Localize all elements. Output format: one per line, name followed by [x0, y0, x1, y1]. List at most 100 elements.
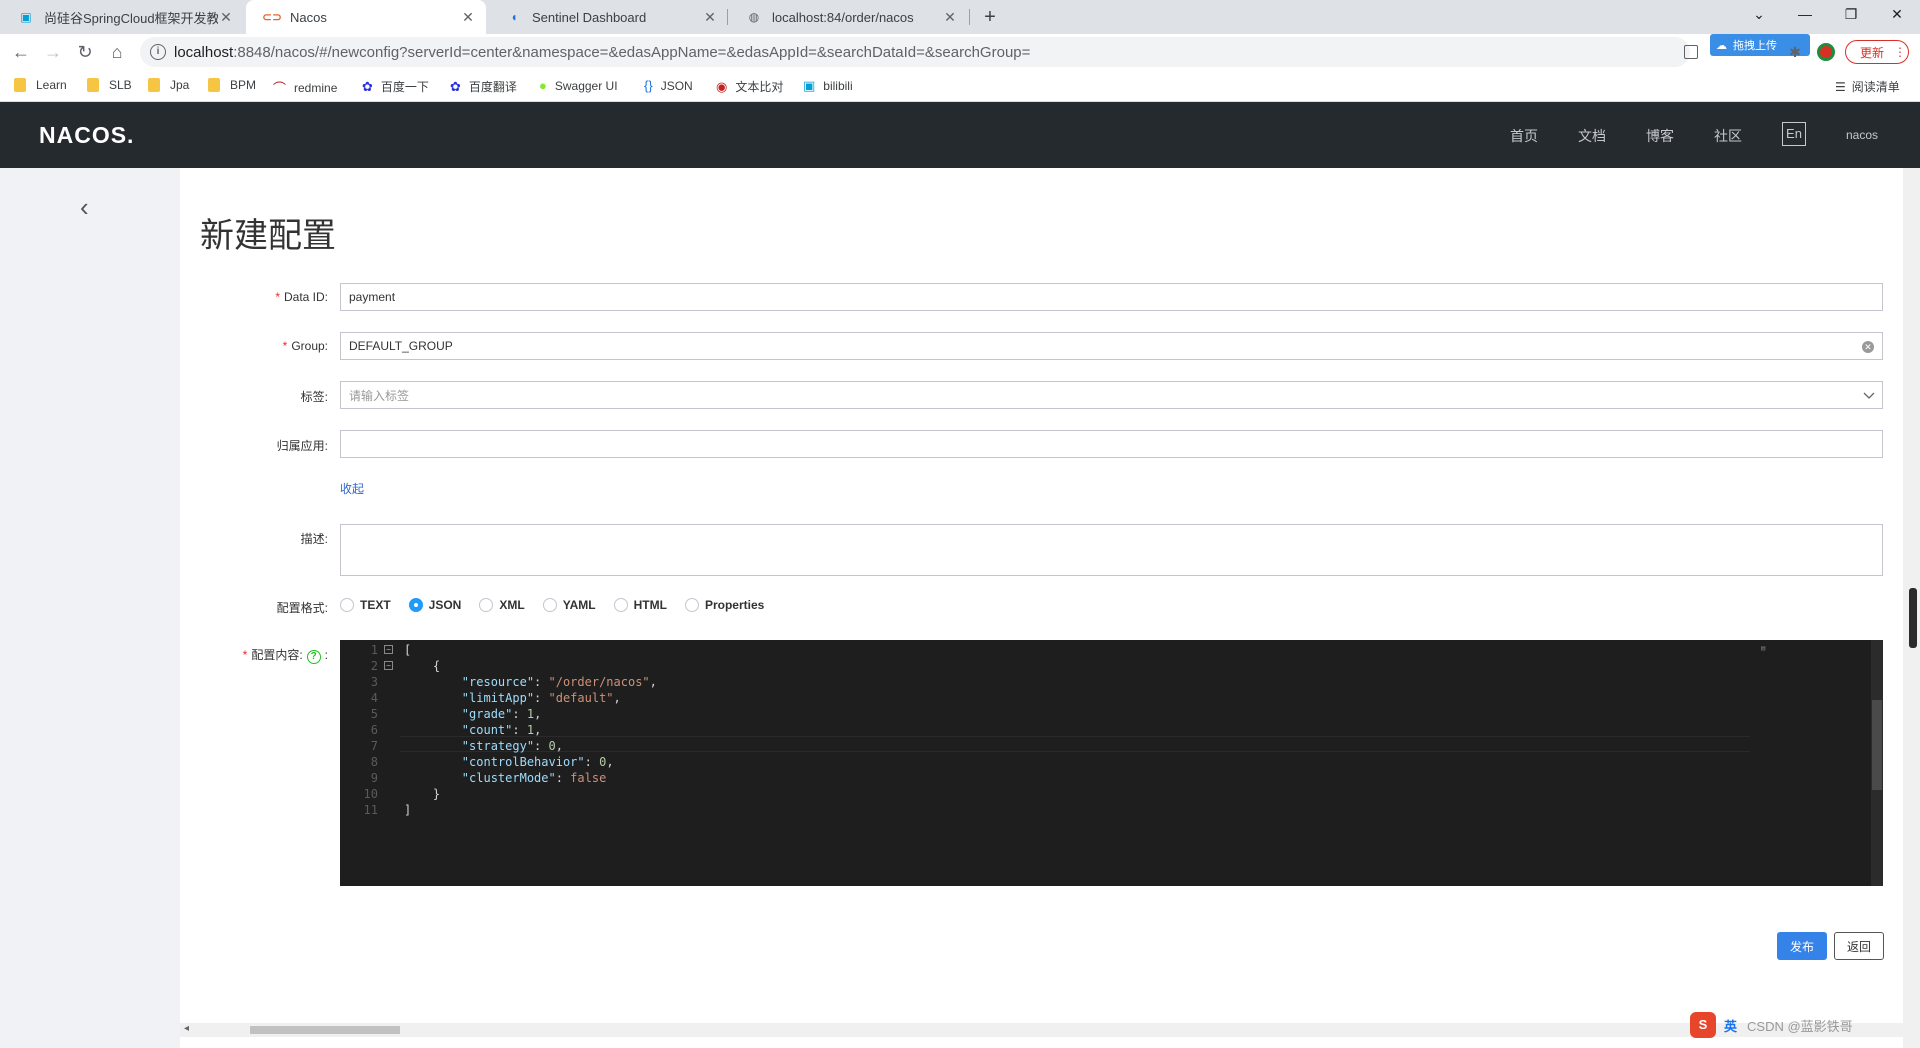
code-text: "clusterMode": false [461, 771, 607, 785]
browser-tab-localhost[interactable]: ◍ localhost:84/order/nacos ✕ [728, 0, 968, 34]
radio-dot-checked [408, 598, 423, 612]
format-radio-text[interactable]: TEXT [340, 598, 391, 612]
bookmark-label: bilibili [823, 79, 853, 93]
format-radio-html[interactable]: HTML [613, 598, 667, 612]
browser-tab-springcloud[interactable]: ▣ 尚硅谷SpringCloud框架开发教程 ✕ [0, 0, 244, 34]
new-config-page: 新建配置 * Data ID: payment * Group: DEFAULT_G… [180, 168, 1903, 1023]
home-icon[interactable]: ⌂ [104, 39, 130, 65]
bookmark-label: 百度一下 [380, 80, 429, 94]
nav-docs[interactable]: 文档 [1578, 126, 1606, 146]
format-radio-yaml[interactable]: YAML [542, 598, 596, 612]
scroll-left-icon[interactable]: ◂ [184, 1023, 189, 1034]
collapse-link[interactable]: 收起 [340, 480, 364, 497]
minimap[interactable]: ▤ [1761, 644, 1783, 658]
restore-icon[interactable]: ❐ [1828, 0, 1874, 30]
address-bar[interactable]: i localhost:8848/nacos/#/newconfig?serve… [140, 37, 1690, 67]
browser-tab-strip: ▣ 尚硅谷SpringCloud框架开发教程 ✕ ⊂⊃ Nacos ✕ ◖ Se… [0, 0, 1920, 34]
bookmark-jpa[interactable]: Jpa [148, 78, 189, 92]
close-icon[interactable]: ✕ [218, 9, 234, 26]
close-window-icon[interactable]: ✕ [1874, 0, 1920, 30]
description-textarea[interactable] [340, 524, 1883, 576]
update-button[interactable]: 更新 ⋮ [1845, 40, 1909, 64]
nav-community[interactable]: 社区 [1714, 126, 1742, 146]
app-input[interactable] [340, 430, 1883, 458]
browser-tab-nacos[interactable]: ⊂⊃ Nacos ✕ [246, 0, 486, 34]
reload-icon[interactable]: ↻ [72, 39, 98, 65]
new-tab-icon[interactable]: + [977, 4, 1003, 30]
sogou-ime-icon[interactable]: S [1690, 1012, 1716, 1038]
code-text: "controlBehavior": 0, [461, 755, 614, 769]
browser-tab-sentinel[interactable]: ◖ Sentinel Dashboard ✕ [488, 0, 728, 34]
minimize-icon[interactable]: — [1782, 0, 1828, 30]
code-text: "limitApp": "default", [461, 691, 621, 705]
code-text: [ [404, 643, 412, 657]
ime-mode[interactable]: 英 [1724, 1016, 1737, 1035]
bookmark-slb[interactable]: SLB [87, 78, 132, 92]
bookmark-diff[interactable]: ◉ 文本比对 [716, 78, 783, 95]
translate-icon[interactable] [1684, 45, 1698, 59]
chevron-left-icon[interactable]: ‹ [80, 192, 89, 223]
fold-icon[interactable]: − [384, 661, 393, 670]
close-icon[interactable]: ✕ [460, 9, 476, 26]
horizontal-scrollbar[interactable]: ◂ [180, 1023, 1903, 1037]
publish-button[interactable]: 发布 [1777, 932, 1827, 960]
bookmark-redmine[interactable]: ⌒ redmine [273, 78, 337, 97]
tab-search-icon[interactable]: ⌄ [1736, 0, 1782, 30]
close-icon[interactable]: ✕ [942, 9, 958, 26]
bookmark-bpm[interactable]: BPM [208, 78, 256, 92]
reading-list-icon: ☰ [1835, 80, 1846, 94]
nav-blog[interactable]: 博客 [1646, 126, 1674, 146]
forward-icon[interactable]: → [40, 39, 66, 65]
folder-icon [87, 78, 99, 92]
bookmark-baidu-translate[interactable]: ✿ 百度翻译 [450, 78, 517, 95]
editor-scrollbar[interactable] [1871, 640, 1883, 886]
language-toggle[interactable]: En [1782, 122, 1806, 146]
data-id-input[interactable]: payment [340, 283, 1883, 311]
page-title: 新建配置 [200, 217, 336, 255]
format-radio-properties[interactable]: Properties [684, 598, 764, 612]
line-number: 7 [370, 739, 378, 753]
reading-list[interactable]: ☰ 阅读清单 [1835, 78, 1900, 95]
scrollbar-thumb[interactable] [1872, 700, 1882, 790]
help-icon[interactable]: ? [306, 650, 321, 664]
page-scrollbar[interactable] [1903, 168, 1920, 1048]
close-icon[interactable]: ✕ [702, 9, 718, 26]
nacos-logo[interactable]: NACOS. [39, 122, 134, 149]
scrollbar-thumb[interactable] [250, 1026, 400, 1034]
diff-icon: ◉ [716, 78, 728, 94]
nacos-icon: ⊂⊃ [261, 10, 283, 24]
bookmark-json[interactable]: {} JSON [644, 78, 693, 93]
clear-icon[interactable]: ✕ [1862, 341, 1874, 353]
line-number: 9 [370, 771, 378, 785]
info-icon[interactable]: i [150, 44, 166, 60]
code-text: ] [404, 803, 412, 817]
bookmark-swagger[interactable]: ● Swagger UI [539, 78, 618, 93]
user-name[interactable]: nacos [1846, 128, 1878, 142]
group-label-text: Group: [291, 339, 328, 353]
tags-select[interactable]: 请输入标签 [340, 381, 1883, 409]
folder-icon [148, 78, 160, 92]
browser-toolbar: ← → ↻ ⌂ i localhost:8848/nacos/#/newconf… [0, 34, 1920, 70]
code-editor[interactable]: 1− [ 2− { 3 "resource": "/order/nacos", 4… [340, 640, 1883, 886]
format-radio-xml[interactable]: XML [479, 598, 525, 612]
nav-home[interactable]: 首页 [1510, 126, 1538, 146]
extensions-icon[interactable]: ✱ [1782, 39, 1808, 65]
scrollbar-thumb[interactable] [1909, 588, 1917, 648]
group-input[interactable]: DEFAULT_GROUP ✕ [340, 332, 1883, 360]
tab-label: localhost:84/order/nacos [772, 9, 914, 25]
back-icon[interactable]: ← [8, 39, 34, 65]
data-id-label-text: Data ID: [283, 290, 328, 304]
tab-label: 尚硅谷SpringCloud框架开发教程 [44, 10, 218, 26]
fold-icon[interactable]: − [384, 645, 393, 654]
record-extension-icon[interactable] [1817, 43, 1835, 61]
back-button[interactable]: 返回 [1834, 932, 1884, 960]
format-radio-json[interactable]: JSON [408, 598, 461, 612]
bilibili-icon: ▣ [803, 78, 816, 93]
bookmark-bilibili[interactable]: ▣ bilibili [803, 78, 853, 94]
bookmark-label: Swagger UI [554, 78, 618, 93]
bookmark-baidu[interactable]: ✿ 百度一下 [362, 78, 429, 95]
tab-label: Sentinel Dashboard [532, 9, 647, 25]
bookmark-learn[interactable]: Learn [14, 78, 67, 92]
bilibili-icon: ▣ [20, 10, 32, 24]
baidu-icon: ✿ [450, 78, 461, 94]
